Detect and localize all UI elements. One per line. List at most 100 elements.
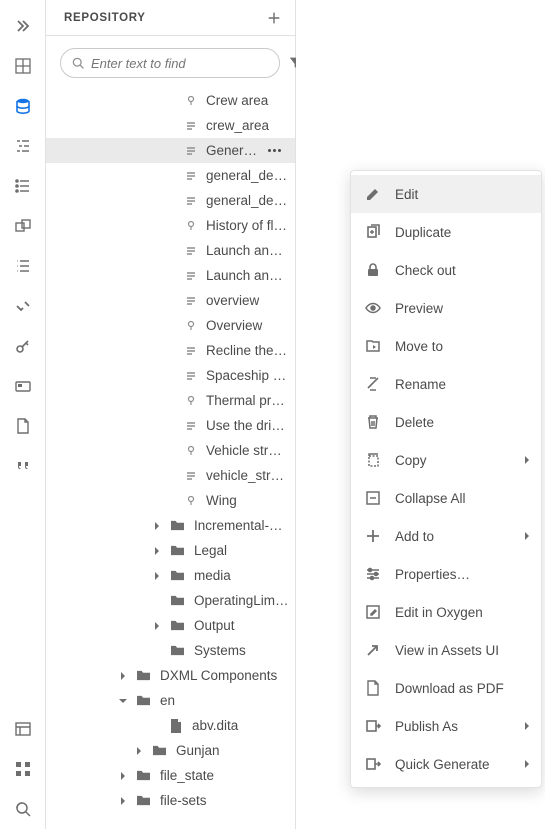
repository-tree[interactable]: Crew areacrew_areaGeneral descriptiongen… xyxy=(46,88,295,829)
menu-item-properties-[interactable]: Properties… xyxy=(351,555,541,593)
topic-node[interactable]: Launch and landing site xyxy=(46,263,295,288)
menu-item-duplicate[interactable]: Duplicate xyxy=(351,213,541,251)
topic-node[interactable]: History of flight xyxy=(46,213,295,238)
topic-node[interactable]: crew_area xyxy=(46,113,295,138)
folder-node[interactable]: Legal xyxy=(46,538,295,563)
topic-node[interactable]: general_description xyxy=(46,188,295,213)
panel-icon[interactable] xyxy=(0,709,46,749)
folder-node[interactable]: DXML Components xyxy=(46,663,295,688)
chevron-right-icon[interactable] xyxy=(118,771,128,781)
topic-node[interactable]: Crew area xyxy=(46,88,295,113)
chevron-right-icon[interactable] xyxy=(152,546,162,556)
outline-icon[interactable] xyxy=(0,126,46,166)
key-icon[interactable] xyxy=(0,326,46,366)
menu-item-edit[interactable]: Edit xyxy=(351,175,541,213)
node-label: Output xyxy=(194,618,289,633)
menu-item-rename[interactable]: Rename xyxy=(351,365,541,403)
menu-item-label: Publish As xyxy=(395,719,458,734)
publish-icon xyxy=(365,718,381,734)
chevron-right-icon xyxy=(523,757,531,772)
chevron-right-icon[interactable] xyxy=(118,796,128,806)
file-node[interactable]: abv.dita xyxy=(46,713,295,738)
chevron-right-icon[interactable] xyxy=(152,521,162,531)
more-options-button[interactable] xyxy=(268,149,289,152)
folder-node[interactable]: file-sets xyxy=(46,788,295,813)
node-label: en xyxy=(160,693,289,708)
topic-node[interactable]: Launch and landing site xyxy=(46,238,295,263)
card-icon[interactable] xyxy=(0,366,46,406)
page-icon[interactable] xyxy=(0,406,46,446)
folder-node[interactable]: Gunjan xyxy=(46,738,295,763)
menu-item-view-in-assets-ui[interactable]: View in Assets UI xyxy=(351,631,541,669)
validate-icon[interactable] xyxy=(0,286,46,326)
menu-item-label: Quick Generate xyxy=(395,757,490,772)
chevron-right-icon[interactable] xyxy=(134,746,144,756)
list-icon[interactable] xyxy=(0,166,46,206)
panel-title: REPOSITORY xyxy=(64,12,146,24)
topic-node[interactable]: General description xyxy=(46,138,295,163)
menu-item-preview[interactable]: Preview xyxy=(351,289,541,327)
node-label: Use the drink dispenser xyxy=(206,418,289,433)
topic-node[interactable]: Vehicle structure xyxy=(46,438,295,463)
menu-item-edit-in-oxygen[interactable]: Edit in Oxygen xyxy=(351,593,541,631)
node-label: media xyxy=(194,568,289,583)
folder-node[interactable]: Systems xyxy=(46,638,295,663)
search-history-icon[interactable] xyxy=(0,789,46,829)
topic-node[interactable]: Use the drink dispenser xyxy=(46,413,295,438)
topic-node[interactable]: Thermal protection xyxy=(46,388,295,413)
chevron-right-icon[interactable] xyxy=(152,621,162,631)
quote-icon[interactable] xyxy=(0,446,46,486)
folder-node[interactable]: OperatingLimitations xyxy=(46,588,295,613)
bullets-icon[interactable] xyxy=(0,246,46,286)
menu-item-delete[interactable]: Delete xyxy=(351,403,541,441)
folder-icon xyxy=(170,569,186,582)
folder-icon xyxy=(170,594,186,607)
menu-item-quick-generate[interactable]: Quick Generate xyxy=(351,745,541,783)
topic-node[interactable]: overview xyxy=(46,288,295,313)
chevron-right-icon[interactable] xyxy=(118,671,128,681)
search-input[interactable] xyxy=(91,56,269,71)
topic-node[interactable]: Recline the seats xyxy=(46,338,295,363)
topic-icon xyxy=(184,420,198,432)
topic-icon xyxy=(184,195,198,207)
folder-node[interactable]: en xyxy=(46,688,295,713)
topic-node[interactable]: Overview xyxy=(46,313,295,338)
folder-node[interactable]: Output xyxy=(46,613,295,638)
chevron-down-icon[interactable] xyxy=(118,696,128,706)
topic-icon xyxy=(184,470,198,482)
folder-node[interactable]: media xyxy=(46,563,295,588)
topic-icon xyxy=(184,295,198,307)
apps-icon[interactable] xyxy=(0,749,46,789)
topic-node[interactable]: general_description xyxy=(46,163,295,188)
menu-item-check-out[interactable]: Check out xyxy=(351,251,541,289)
menu-item-label: Download as PDF xyxy=(395,681,504,696)
topic-icon xyxy=(184,120,198,132)
context-menu[interactable]: EditDuplicateCheck out Preview Move toRena… xyxy=(350,170,542,788)
folder-node[interactable]: file_state xyxy=(46,763,295,788)
chevron-right-icon[interactable] xyxy=(152,571,162,581)
menu-item-collapse-all[interactable]: Collapse All xyxy=(351,479,541,517)
folder-icon xyxy=(136,794,152,807)
menu-item-publish-as[interactable]: Publish As xyxy=(351,707,541,745)
menu-item-add-to[interactable]: Add to xyxy=(351,517,541,555)
chevrons-right-icon[interactable] xyxy=(0,6,46,46)
external-icon xyxy=(365,642,381,658)
topic-node[interactable]: Wing xyxy=(46,488,295,513)
database-icon[interactable] xyxy=(0,86,46,126)
node-label: Gunjan xyxy=(176,743,289,758)
node-label: general_description xyxy=(206,193,289,208)
add-button[interactable] xyxy=(265,9,283,27)
menu-item-download-as-pdf[interactable]: Download as PDF xyxy=(351,669,541,707)
topic-node[interactable]: vehicle_structure xyxy=(46,463,295,488)
menu-item-label: Preview xyxy=(395,301,443,316)
menu-item-copy[interactable]: Copy xyxy=(351,441,541,479)
folder-icon xyxy=(170,519,186,532)
menu-item-move-to[interactable]: Move to xyxy=(351,327,541,365)
reusable-icon[interactable] xyxy=(0,206,46,246)
topic-node[interactable]: Spaceship requirements xyxy=(46,363,295,388)
folder-node[interactable]: Incremental-output-sample xyxy=(46,513,295,538)
grid-icon[interactable] xyxy=(0,46,46,86)
folder-icon xyxy=(170,544,186,557)
topic-icon xyxy=(184,370,198,382)
search-box[interactable] xyxy=(60,48,280,78)
